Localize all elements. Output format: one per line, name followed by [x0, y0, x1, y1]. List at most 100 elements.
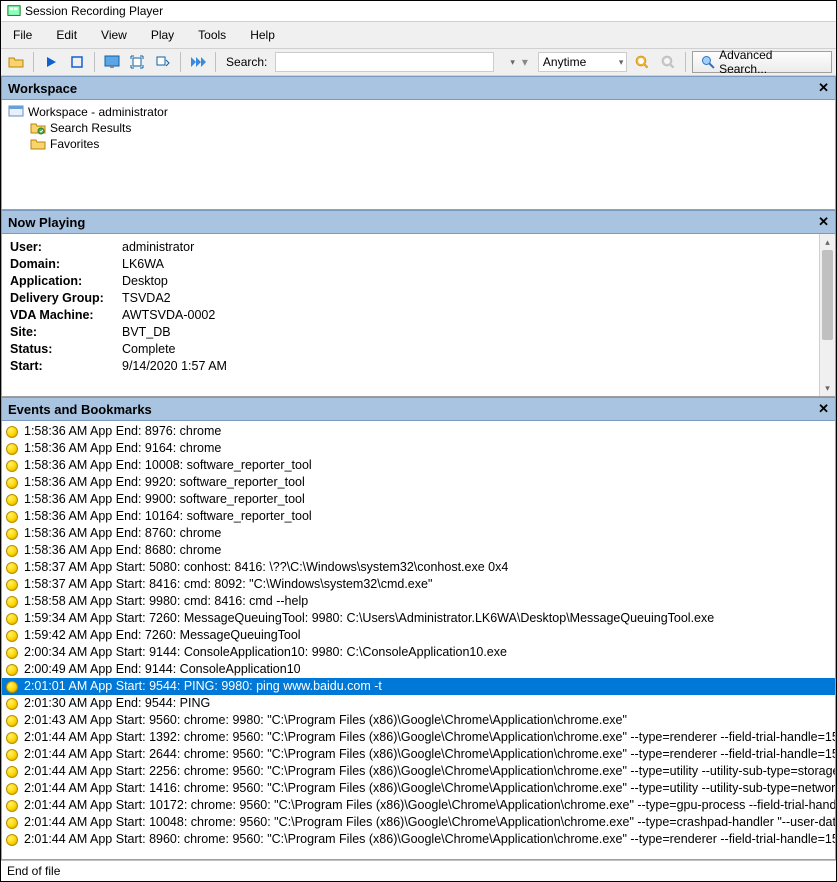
- event-dot-icon: [6, 800, 18, 812]
- search-dropdown-arrow[interactable]: ▾: [522, 55, 528, 69]
- event-dot-icon: [6, 443, 18, 455]
- search-clear-button[interactable]: [657, 51, 679, 73]
- nowplaying-scrollbar[interactable]: ▴ ▾: [819, 234, 835, 396]
- event-row[interactable]: 1:59:34 AM App Start: 7260: MessageQueui…: [2, 610, 835, 627]
- event-row[interactable]: 1:58:37 AM App Start: 8416: cmd: 8092: "…: [2, 576, 835, 593]
- nowplaying-key: VDA Machine:: [10, 307, 122, 324]
- event-row[interactable]: 1:58:36 AM App End: 8976: chrome: [2, 423, 835, 440]
- event-text: 2:01:44 AM App Start: 2256: chrome: 9560…: [24, 763, 835, 780]
- tree-favorites[interactable]: Favorites: [8, 136, 829, 152]
- menu-tools[interactable]: Tools: [186, 25, 238, 45]
- event-row[interactable]: 2:01:44 AM App Start: 2644: chrome: 9560…: [2, 746, 835, 763]
- separator: [33, 52, 34, 72]
- nowplaying-key: User:: [10, 239, 122, 256]
- events-body: 1:58:36 AM App End: 8976: chrome1:58:36 …: [1, 421, 836, 860]
- time-filter-value: Anytime: [543, 55, 586, 69]
- event-dot-icon: [6, 613, 18, 625]
- events-close-button[interactable]: ✕: [818, 401, 829, 417]
- advanced-search-button[interactable]: Advanced Search...: [692, 51, 832, 73]
- event-dot-icon: [6, 460, 18, 472]
- event-text: 1:58:58 AM App Start: 9980: cmd: 8416: c…: [24, 593, 308, 610]
- nowplaying-key: Application:: [10, 273, 122, 290]
- event-row[interactable]: 1:58:36 AM App End: 9900: software_repor…: [2, 491, 835, 508]
- event-dot-icon: [6, 579, 18, 591]
- event-row[interactable]: 2:01:44 AM App Start: 10048: chrome: 956…: [2, 814, 835, 831]
- event-row[interactable]: 1:58:36 AM App End: 9920: software_repor…: [2, 474, 835, 491]
- events-header: Events and Bookmarks ✕: [1, 397, 836, 421]
- nowplaying-value: BVT_DB: [122, 324, 171, 341]
- nowplaying-key: Start:: [10, 358, 122, 375]
- menu-file[interactable]: File: [1, 25, 44, 45]
- menu-help[interactable]: Help: [238, 25, 287, 45]
- events-list[interactable]: 1:58:36 AM App End: 8976: chrome1:58:36 …: [2, 421, 835, 859]
- resize-button[interactable]: [152, 51, 174, 73]
- event-dot-icon: [6, 477, 18, 489]
- titlebar: Session Recording Player: [1, 1, 836, 22]
- event-dot-icon: [6, 783, 18, 795]
- event-row[interactable]: 1:59:42 AM App End: 7260: MessageQueuing…: [2, 627, 835, 644]
- tree-favorites-label: Favorites: [50, 137, 99, 151]
- menubar: File Edit View Play Tools Help: [1, 22, 836, 49]
- event-dot-icon: [6, 698, 18, 710]
- event-dot-icon: [6, 817, 18, 829]
- event-row[interactable]: 2:01:44 AM App Start: 8960: chrome: 9560…: [2, 831, 835, 848]
- search-label: Search:: [226, 55, 267, 69]
- workspace-close-button[interactable]: ✕: [818, 80, 829, 96]
- event-row[interactable]: 1:58:36 AM App End: 9164: chrome: [2, 440, 835, 457]
- event-text: 1:58:36 AM App End: 9164: chrome: [24, 440, 221, 457]
- app-icon: [7, 4, 21, 18]
- open-button[interactable]: [5, 51, 27, 73]
- event-dot-icon: [6, 647, 18, 659]
- event-row[interactable]: 2:01:43 AM App Start: 9560: chrome: 9980…: [2, 712, 835, 729]
- event-dot-icon: [6, 749, 18, 761]
- tree-root[interactable]: Workspace - administrator: [8, 104, 829, 120]
- event-row[interactable]: 2:01:01 AM App Start: 9544: PING: 9980: …: [2, 678, 835, 695]
- separator: [94, 52, 95, 72]
- event-row[interactable]: 2:01:44 AM App Start: 10172: chrome: 956…: [2, 797, 835, 814]
- event-row[interactable]: 2:01:30 AM App End: 9544: PING: [2, 695, 835, 712]
- nowplaying-close-button[interactable]: ✕: [818, 214, 829, 230]
- fit-button[interactable]: [126, 51, 148, 73]
- event-row[interactable]: 2:01:44 AM App Start: 1392: chrome: 9560…: [2, 729, 835, 746]
- nowplaying-value: administrator: [122, 239, 194, 256]
- nowplaying-row: Status:Complete: [10, 341, 811, 358]
- nowplaying-row: Start:9/14/2020 1:57 AM: [10, 358, 811, 375]
- event-row[interactable]: 1:58:37 AM App Start: 5080: conhost: 841…: [2, 559, 835, 576]
- event-row[interactable]: 1:58:36 AM App End: 10008: software_repo…: [2, 457, 835, 474]
- event-row[interactable]: 2:00:34 AM App Start: 9144: ConsoleAppli…: [2, 644, 835, 661]
- play-button[interactable]: [40, 51, 62, 73]
- event-row[interactable]: 1:58:36 AM App End: 8760: chrome: [2, 525, 835, 542]
- time-filter-dropdown[interactable]: Anytime: [538, 52, 628, 72]
- event-dot-icon: [6, 834, 18, 846]
- event-text: 1:58:37 AM App Start: 8416: cmd: 8092: "…: [24, 576, 432, 593]
- event-row[interactable]: 2:01:44 AM App Start: 2256: chrome: 9560…: [2, 763, 835, 780]
- events-title: Events and Bookmarks: [8, 402, 152, 417]
- statusbar: End of file: [1, 860, 836, 881]
- workspace-header: Workspace ✕: [1, 76, 836, 100]
- nowplaying-header: Now Playing ✕: [1, 210, 836, 234]
- event-text: 2:01:44 AM App Start: 10172: chrome: 956…: [24, 797, 835, 814]
- event-row[interactable]: 1:58:36 AM App End: 8680: chrome: [2, 542, 835, 559]
- menu-view[interactable]: View: [89, 25, 139, 45]
- event-row[interactable]: 1:58:58 AM App Start: 9980: cmd: 8416: c…: [2, 593, 835, 610]
- event-text: 1:58:36 AM App End: 10164: software_repo…: [24, 508, 312, 525]
- stop-button[interactable]: [66, 51, 88, 73]
- event-row[interactable]: 1:58:36 AM App End: 10164: software_repo…: [2, 508, 835, 525]
- event-dot-icon: [6, 596, 18, 608]
- fast-forward-button[interactable]: [187, 51, 209, 73]
- nowplaying-row: Delivery Group:TSVDA2: [10, 290, 811, 307]
- screen-button[interactable]: [101, 51, 123, 73]
- search-go-button[interactable]: [631, 51, 653, 73]
- tree-search-results[interactable]: Search Results: [8, 120, 829, 136]
- nowplaying-value: 9/14/2020 1:57 AM: [122, 358, 227, 375]
- separator: [685, 52, 686, 72]
- event-text: 1:59:42 AM App End: 7260: MessageQueuing…: [24, 627, 301, 644]
- event-text: 2:01:01 AM App Start: 9544: PING: 9980: …: [24, 678, 382, 695]
- search-input[interactable]: [275, 52, 494, 72]
- event-text: 2:01:44 AM App Start: 1416: chrome: 9560…: [24, 780, 835, 797]
- event-row[interactable]: 2:01:44 AM App Start: 1416: chrome: 9560…: [2, 780, 835, 797]
- event-row[interactable]: 2:00:49 AM App End: 9144: ConsoleApplica…: [2, 661, 835, 678]
- menu-play[interactable]: Play: [139, 25, 186, 45]
- menu-edit[interactable]: Edit: [44, 25, 89, 45]
- event-dot-icon: [6, 715, 18, 727]
